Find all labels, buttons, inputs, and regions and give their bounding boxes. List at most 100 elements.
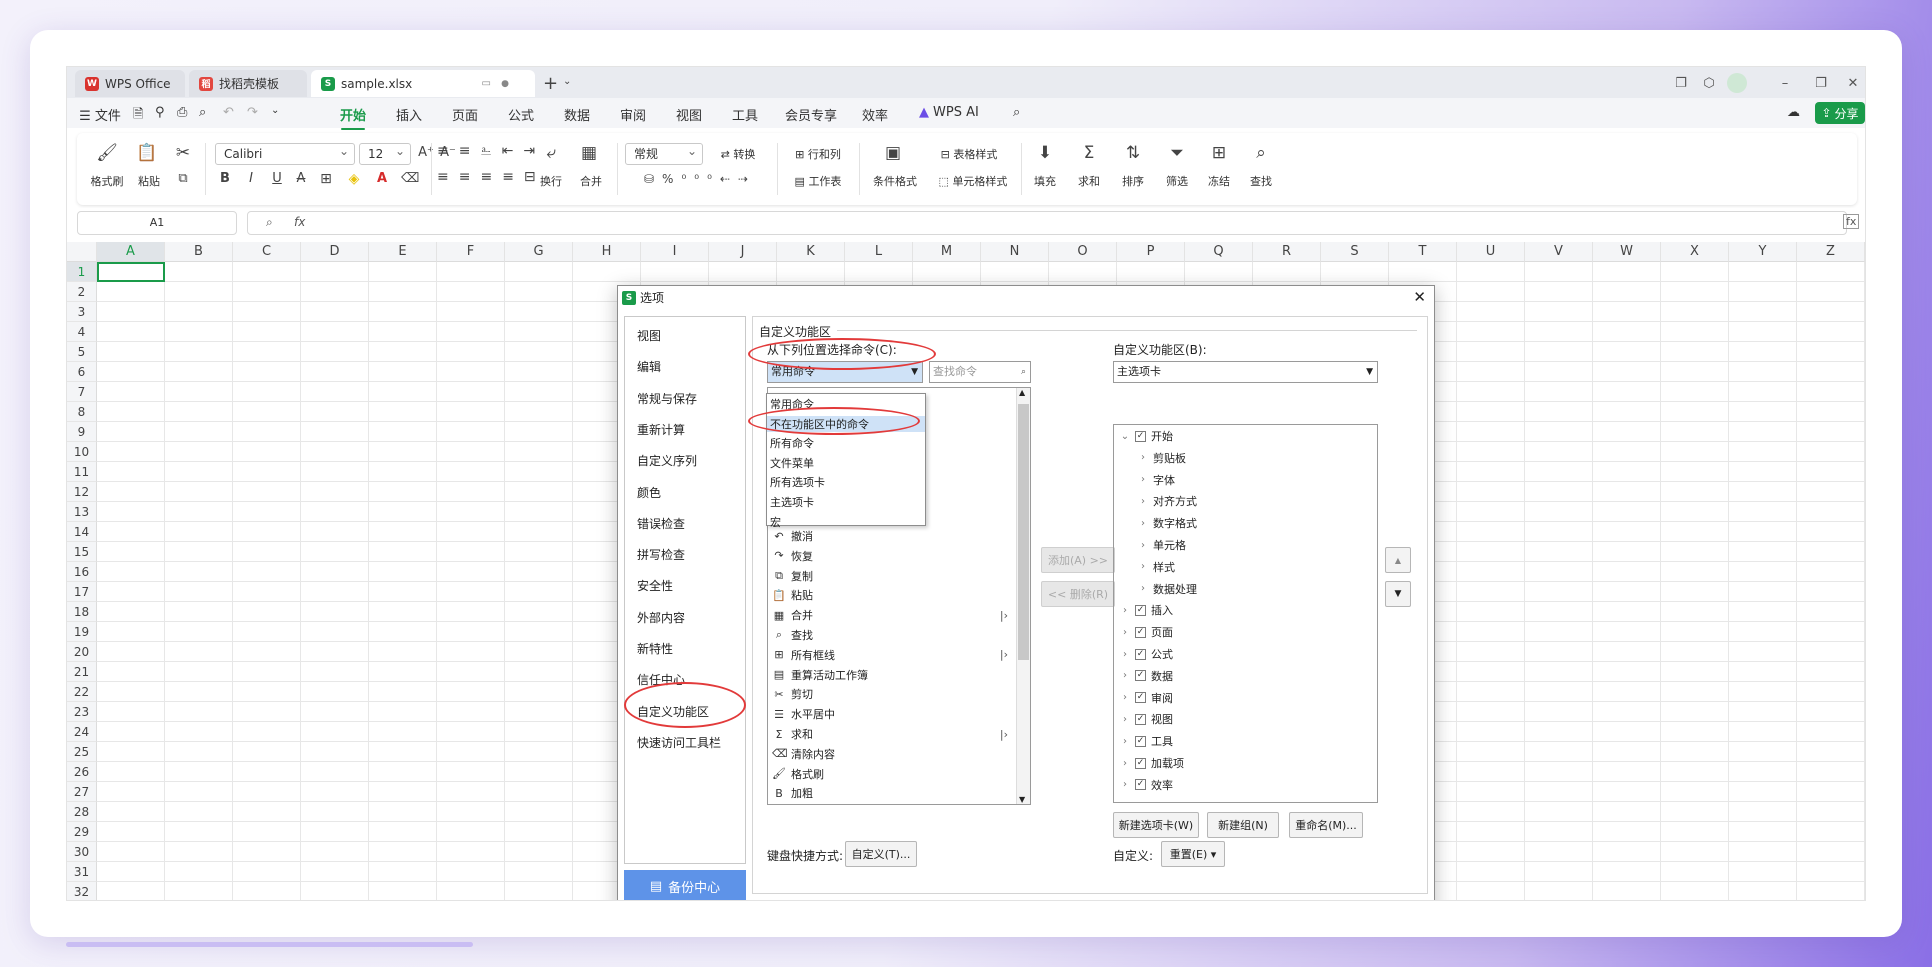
tab-template[interactable]: 稻 找稻壳模板: [189, 70, 307, 97]
wrap-text-icon[interactable]: ⤶: [539, 143, 563, 163]
chevron-right-icon[interactable]: ›: [1138, 518, 1148, 529]
row-header[interactable]: 8: [67, 402, 97, 422]
copy-icon[interactable]: ⧉: [173, 169, 193, 189]
file-menu[interactable]: ☰ 文件: [79, 105, 121, 124]
minimize-icon[interactable]: –: [1775, 73, 1795, 93]
row-header[interactable]: 26: [67, 762, 97, 782]
reset-button[interactable]: 重置(E) ▾: [1161, 841, 1225, 867]
scroll-down-icon[interactable]: ▼: [1019, 795, 1025, 804]
column-header[interactable]: K: [777, 242, 845, 262]
ribbon-tree-node[interactable]: › ✓ 工具: [1120, 733, 1173, 749]
ribbon-tree-node[interactable]: › ✓ 数据: [1120, 668, 1173, 684]
freeze-label[interactable]: 冻结: [1201, 173, 1237, 189]
command-item[interactable]: ⧉ 复制: [772, 568, 1008, 584]
add-command-button[interactable]: 添加(A) >>: [1041, 547, 1115, 573]
menu-tab-home[interactable]: 开始: [339, 105, 367, 130]
command-item[interactable]: ⌫ 清除内容: [772, 746, 1008, 762]
command-item[interactable]: ▦ 合并 |›: [772, 607, 1008, 623]
chevron-down-icon[interactable]: ⌄: [1120, 431, 1130, 442]
column-header[interactable]: F: [437, 242, 505, 262]
undo-icon[interactable]: ↶: [223, 105, 234, 120]
options-nav-item[interactable]: 拼写检查: [637, 546, 685, 563]
row-header[interactable]: 10: [67, 442, 97, 462]
column-header[interactable]: S: [1321, 242, 1389, 262]
column-header[interactable]: V: [1525, 242, 1593, 262]
ribbon-tree-node[interactable]: › 数字格式: [1138, 515, 1197, 531]
column-header[interactable]: B: [165, 242, 233, 262]
row-header[interactable]: 14: [67, 522, 97, 542]
scrollbar[interactable]: ▲ ▼: [1016, 388, 1030, 804]
column-header[interactable]: M: [913, 242, 981, 262]
row-header[interactable]: 15: [67, 542, 97, 562]
command-item[interactable]: ☰ 水平居中: [772, 706, 1008, 722]
options-nav-item[interactable]: 错误检查: [637, 515, 685, 532]
chevron-right-icon[interactable]: ›: [1120, 649, 1130, 660]
freeze-icon[interactable]: ⊞: [1207, 143, 1231, 163]
paste-label[interactable]: 粘贴: [129, 173, 169, 189]
filter-label[interactable]: 筛选: [1159, 173, 1195, 189]
window-switch-icon[interactable]: ❐: [1671, 73, 1691, 93]
row-header[interactable]: 22: [67, 682, 97, 702]
border-icon[interactable]: ⊞: [317, 169, 335, 189]
options-nav-item[interactable]: 安全性: [637, 577, 673, 594]
move-up-button[interactable]: ▲: [1385, 547, 1411, 573]
command-item[interactable]: 🖌 格式刷: [772, 766, 1008, 782]
options-nav-item[interactable]: 颜色: [637, 484, 661, 501]
column-header[interactable]: I: [641, 242, 709, 262]
row-header[interactable]: 27: [67, 782, 97, 802]
scroll-up-icon[interactable]: ▲: [1019, 388, 1025, 397]
merge-label[interactable]: 合并: [571, 173, 611, 189]
worksheet-button[interactable]: ▤ 工作表: [785, 173, 851, 189]
menu-tab-review[interactable]: 审阅: [619, 105, 647, 124]
scrollbar-thumb[interactable]: [1018, 404, 1029, 660]
row-header[interactable]: 17: [67, 582, 97, 602]
align-horizontal-icons[interactable]: ≡≡≡≡⊟: [437, 167, 537, 187]
ribbon-tree-node[interactable]: › ✓ 公式: [1120, 646, 1173, 662]
tab-checkbox[interactable]: ✓: [1135, 779, 1146, 791]
cell-style-button[interactable]: ⬚ 单元格样式: [929, 173, 1017, 189]
row-header[interactable]: 12: [67, 482, 97, 502]
sum-icon[interactable]: Σ: [1077, 143, 1101, 163]
dropdown-option[interactable]: 所有选项卡: [770, 474, 825, 490]
menu-tab-member[interactable]: 会员专享: [783, 105, 839, 124]
font-family-select[interactable]: Calibri: [215, 141, 355, 165]
font-grow-icon[interactable]: A⁺: [417, 143, 435, 163]
filter-icon[interactable]: ⏷: [1165, 143, 1189, 163]
options-nav-item[interactable]: 编辑: [637, 358, 661, 375]
command-item[interactable]: ▤ 重算活动工作簿: [772, 667, 1008, 683]
menu-tab-data[interactable]: 数据: [563, 105, 591, 124]
wrap-text-label[interactable]: 换行: [533, 173, 569, 189]
tab-sample-xlsx[interactable]: S sample.xlsx ▭ ●: [311, 70, 535, 97]
ribbon-tree-node[interactable]: › ✓ 页面: [1120, 624, 1173, 640]
menu-tab-page[interactable]: 页面: [451, 105, 479, 124]
tab-checkbox[interactable]: ✓: [1135, 626, 1146, 638]
row-header[interactable]: 16: [67, 562, 97, 582]
cube-icon[interactable]: ⬡: [1699, 73, 1719, 93]
chevron-right-icon[interactable]: ›: [1138, 496, 1148, 507]
dropdown-option[interactable]: 宏: [770, 514, 781, 530]
menu-tab-view[interactable]: 视图: [675, 105, 703, 124]
format-painter-label[interactable]: 格式刷: [85, 173, 129, 189]
chevron-right-icon[interactable]: ›: [1138, 452, 1148, 463]
row-header[interactable]: 3: [67, 302, 97, 322]
column-header[interactable]: Y: [1729, 242, 1797, 262]
chevron-right-icon[interactable]: ›: [1120, 605, 1130, 616]
options-nav-item[interactable]: 视图: [637, 327, 661, 344]
row-header[interactable]: 6: [67, 362, 97, 382]
chevron-right-icon[interactable]: ›: [1120, 758, 1130, 769]
options-nav-item[interactable]: 常规与保存: [637, 390, 697, 407]
table-style-button[interactable]: ⊟ 表格样式: [929, 146, 1009, 162]
chevron-right-icon[interactable]: ›: [1120, 627, 1130, 638]
format-painter-icon[interactable]: 🖌: [95, 143, 119, 163]
customize-ribbon-select[interactable]: 主选项卡 ▼: [1113, 361, 1378, 383]
paste-icon[interactable]: 📋: [135, 143, 159, 163]
number-format-icons[interactable]: ⛁%⁰⁰⁰⇠⇢: [625, 169, 775, 189]
ribbon-tree-node[interactable]: › 单元格: [1138, 537, 1186, 553]
column-header[interactable]: H: [573, 242, 641, 262]
backup-center-button[interactable]: ▤ 备份中心: [624, 870, 746, 900]
share-button[interactable]: ⇪ 分享: [1815, 102, 1865, 124]
expand-formula-icon[interactable]: fx: [1843, 214, 1860, 229]
print-icon[interactable]: ⎙: [177, 105, 187, 120]
tab-checkbox[interactable]: ✓: [1135, 735, 1146, 747]
command-item[interactable]: B 加粗: [772, 785, 1008, 801]
